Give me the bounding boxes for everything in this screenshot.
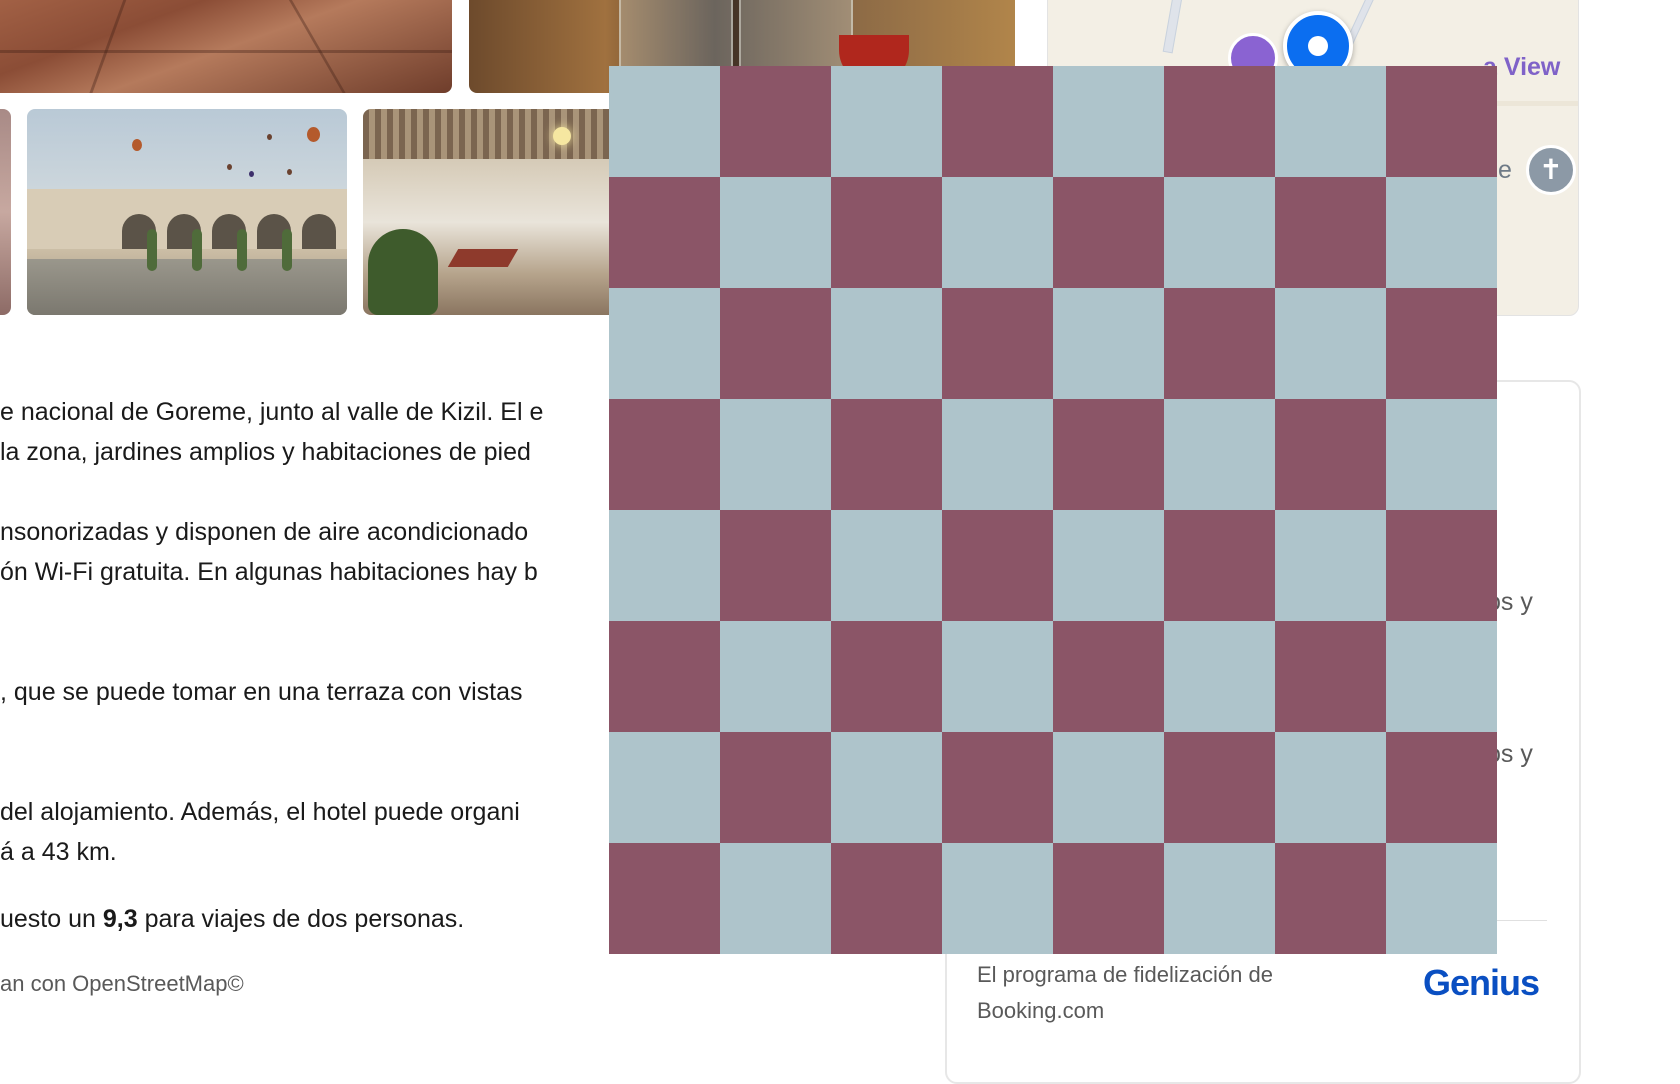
checker-square (609, 399, 720, 510)
description-line: á a 43 km. (0, 838, 117, 866)
checker-square (1386, 399, 1497, 510)
church-icon: ✝ (1526, 145, 1576, 195)
checker-square (831, 177, 942, 288)
checker-square (720, 66, 831, 177)
checker-square (720, 288, 831, 399)
checker-square (1386, 288, 1497, 399)
checker-square (1386, 177, 1497, 288)
checker-square (1053, 843, 1164, 954)
gallery-photo-hotel-balloons[interactable] (27, 109, 347, 315)
checker-square (1275, 399, 1386, 510)
checker-square (1386, 66, 1497, 177)
description-line: del alojamiento. Además, el hotel puede … (0, 798, 520, 826)
description-line: la zona, jardines amplios y habitaciones… (0, 438, 531, 466)
rating-prefix: uesto un (0, 905, 103, 933)
checker-square (1164, 732, 1275, 843)
checker-square (831, 621, 942, 732)
checker-square (942, 66, 1053, 177)
checker-square (831, 843, 942, 954)
checker-square (720, 621, 831, 732)
checker-square (942, 288, 1053, 399)
rating-value: 9,3 (102, 905, 138, 933)
gallery-photo-floor[interactable] (0, 0, 452, 93)
checker-square (1164, 288, 1275, 399)
checker-square (1386, 732, 1497, 843)
checker-square (609, 177, 720, 288)
checker-square (942, 843, 1053, 954)
genius-logo: Genius (1423, 962, 1540, 1003)
checker-square (1386, 843, 1497, 954)
gallery-photo-partial[interactable] (0, 109, 11, 315)
checker-square (942, 621, 1053, 732)
rating-suffix: para viajes de dos personas. (137, 905, 465, 933)
checker-square (1275, 66, 1386, 177)
checker-square (1275, 177, 1386, 288)
map-place-label-partial: e (1498, 156, 1512, 184)
description-line: e nacional de Goreme, junto al valle de … (0, 398, 544, 426)
checker-square (1164, 66, 1275, 177)
checker-square (1164, 843, 1275, 954)
checker-square (831, 510, 942, 621)
checker-square (720, 510, 831, 621)
checker-square (1053, 177, 1164, 288)
checker-square (831, 399, 942, 510)
checker-square (1053, 510, 1164, 621)
checker-square (1053, 732, 1164, 843)
checker-square (720, 843, 831, 954)
checker-square (1275, 621, 1386, 732)
openstreetmap-credit: an con OpenStreetMap© (0, 971, 244, 996)
checker-square (609, 510, 720, 621)
description-line: ón Wi-Fi gratuita. En algunas habitacion… (0, 558, 538, 586)
checker-square (609, 621, 720, 732)
checker-square (609, 843, 720, 954)
genius-description: El programa de fidelización de Booking.c… (977, 962, 1273, 1023)
description-line: , que se puede tomar en una terraza con … (0, 678, 523, 706)
checker-square (609, 66, 720, 177)
checkerboard-overlay (609, 66, 1497, 954)
description-line: nsonorizadas y disponen de aire acondici… (0, 518, 529, 546)
checker-square (942, 732, 1053, 843)
rating-sentence: uesto un 9,3 para viajes de dos personas… (0, 904, 464, 934)
checker-square (942, 510, 1053, 621)
checker-square (1164, 399, 1275, 510)
checker-square (720, 399, 831, 510)
checker-square (1164, 177, 1275, 288)
checker-square (1164, 510, 1275, 621)
checker-square (831, 66, 942, 177)
checker-square (1275, 732, 1386, 843)
checker-square (1053, 399, 1164, 510)
checker-square (1275, 843, 1386, 954)
checker-square (609, 732, 720, 843)
checker-square (720, 732, 831, 843)
checker-square (942, 177, 1053, 288)
checker-square (1053, 66, 1164, 177)
checker-square (1053, 621, 1164, 732)
checker-square (1386, 510, 1497, 621)
checker-square (1053, 288, 1164, 399)
checker-square (1275, 510, 1386, 621)
checker-square (942, 399, 1053, 510)
gallery-photo-terrace[interactable] (363, 109, 623, 315)
checker-square (831, 288, 942, 399)
checker-square (609, 288, 720, 399)
checker-square (1275, 288, 1386, 399)
checker-square (1164, 621, 1275, 732)
checker-square (1386, 621, 1497, 732)
checker-square (720, 177, 831, 288)
checker-square (831, 732, 942, 843)
